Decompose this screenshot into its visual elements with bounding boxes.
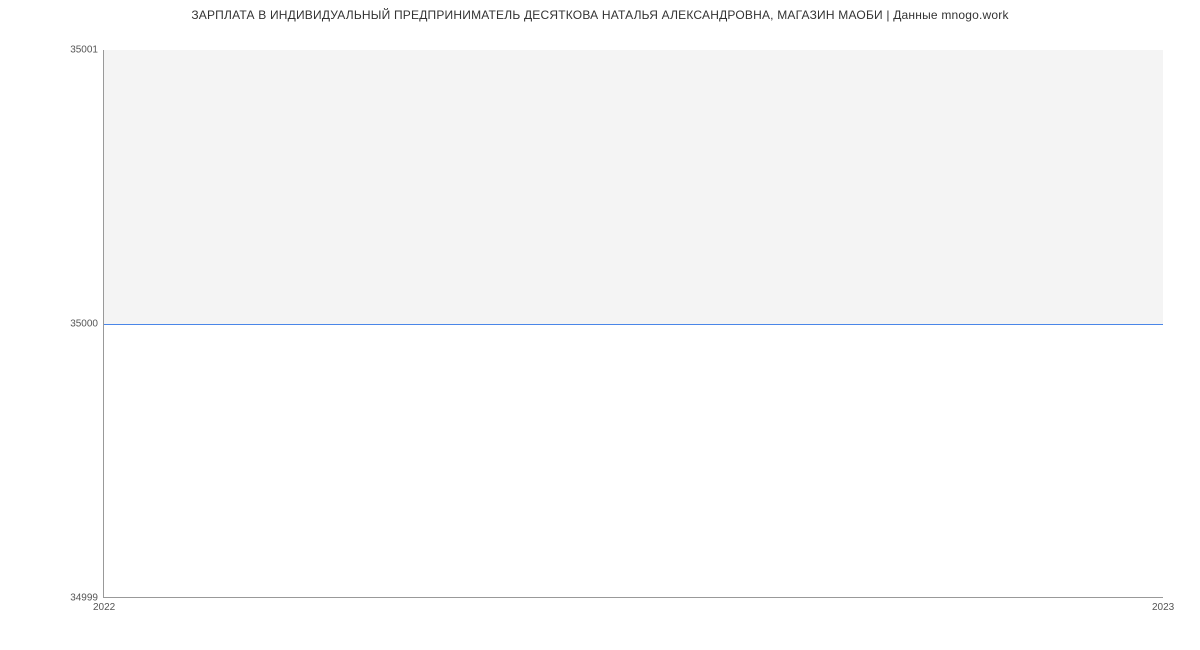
area-fill: [104, 50, 1163, 324]
plot-area: [103, 50, 1163, 598]
y-tick-label: 35000: [70, 319, 98, 330]
y-tick-label: 35001: [70, 45, 98, 56]
chart-title: ЗАРПЛАТА В ИНДИВИДУАЛЬНЫЙ ПРЕДПРИНИМАТЕЛ…: [0, 8, 1200, 22]
x-tick-label: 2023: [1152, 602, 1174, 613]
x-tick-label: 2022: [93, 602, 115, 613]
salary-chart: ЗАРПЛАТА В ИНДИВИДУАЛЬНЫЙ ПРЕДПРИНИМАТЕЛ…: [0, 0, 1200, 650]
series-line: [104, 324, 1163, 325]
